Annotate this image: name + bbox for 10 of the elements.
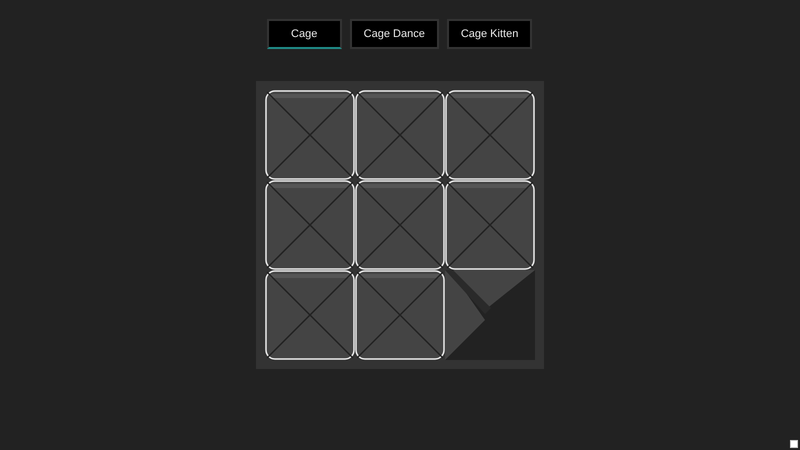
tab[interactable]: Cage Kitten — [446, 19, 532, 49]
puzzle-tile[interactable] — [265, 180, 355, 270]
puzzle-tile[interactable] — [265, 90, 355, 180]
square-icon — [790, 440, 798, 448]
tab[interactable]: Cage — [266, 19, 342, 49]
puzzle-tile[interactable] — [355, 180, 445, 270]
puzzle-tile[interactable] — [445, 90, 535, 180]
puzzle-tile[interactable] — [355, 90, 445, 180]
tab[interactable]: Cage Dance — [350, 19, 439, 49]
puzzle-tile[interactable] — [265, 270, 355, 360]
